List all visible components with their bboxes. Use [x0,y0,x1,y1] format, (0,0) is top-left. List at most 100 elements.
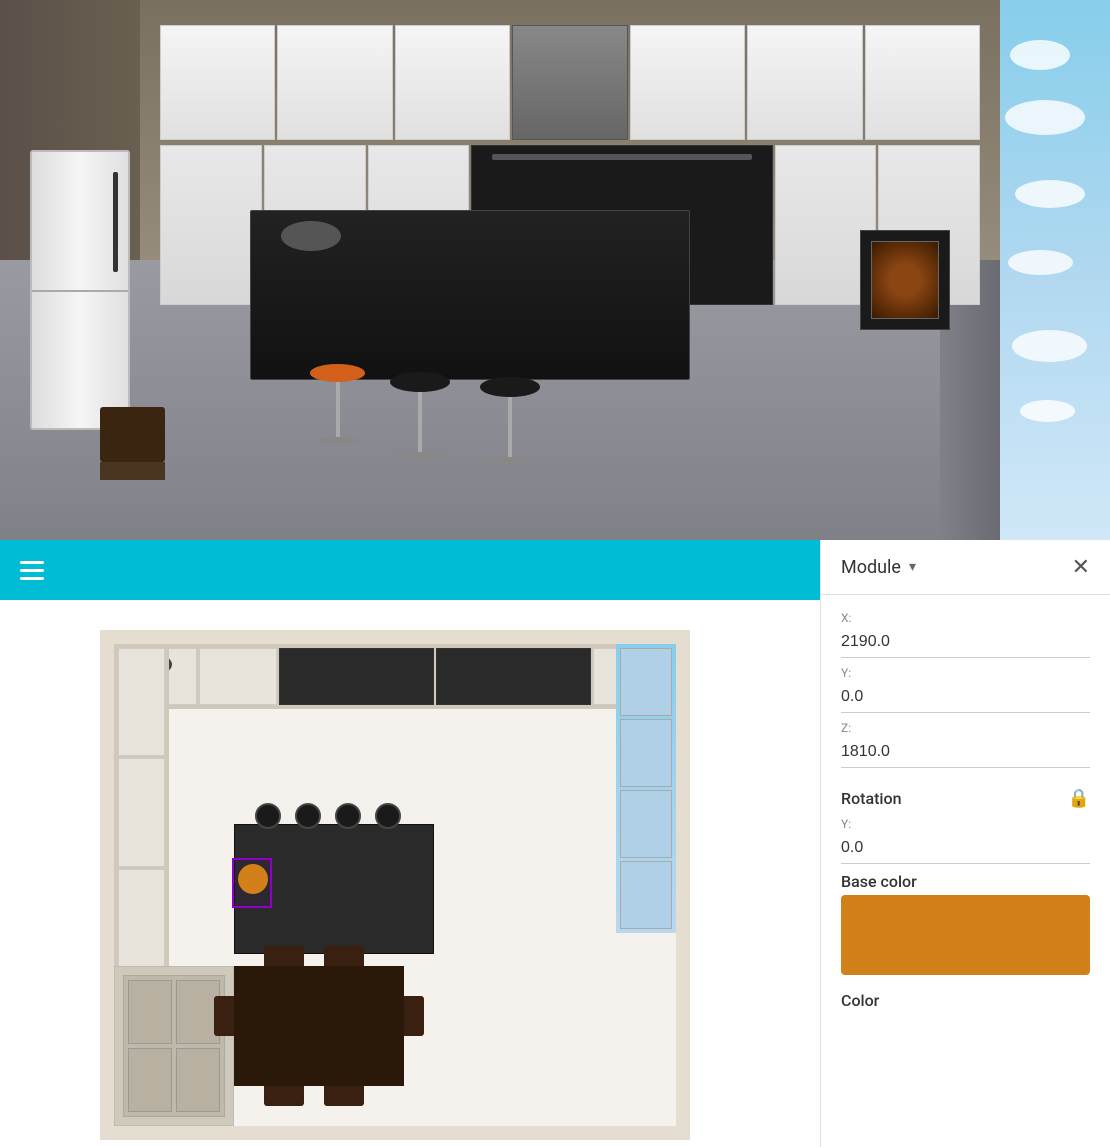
stool-leg [418,392,422,452]
orange-stool-top [238,864,268,894]
kitchen-3d-render [0,0,1110,540]
z-input[interactable] [841,737,1090,768]
room-walls [100,630,690,1140]
fridge-divider [32,290,128,292]
chair-left [214,996,234,1036]
x-field-group: X: [841,611,1090,658]
cabinet [747,25,862,140]
sky-right [1000,0,1110,540]
stool-top-black2 [480,377,540,397]
cabinet [865,25,980,140]
panel-dropdown-arrow[interactable]: ▾ [909,559,916,575]
stool-base [315,437,360,445]
stool-black-2 [480,377,540,465]
stool-black-1 [390,372,450,460]
cabinet [630,25,745,140]
cabinet-cell [176,1048,220,1112]
cabinet-left [118,869,165,977]
chair-seat [100,462,165,480]
window-panels [616,644,676,933]
window-panel [620,861,672,929]
window-panel [620,719,672,787]
chair-top [324,946,364,966]
panel-title: Module [841,557,901,578]
rotation-y-label: Y: [841,817,1090,831]
close-button[interactable]: ✕ [1072,556,1090,578]
oven [860,230,950,330]
stool-base [395,452,445,460]
x-input[interactable] [841,627,1090,658]
chair-right [404,996,424,1036]
dining-table-2d [234,966,404,1086]
cloud [1012,330,1087,362]
chair-back [100,407,165,462]
right-panel: Module ▾ ✕ X: Y: Z: Rotation [820,540,1110,1147]
island-stool [295,803,321,829]
hamburger-line [20,577,44,580]
z-field-group: Z: [841,721,1090,768]
cabinet-left [118,758,165,866]
room-container [100,630,690,1140]
cabinet-cell [128,1048,172,1112]
island-stool [255,803,281,829]
bottom-left [0,540,820,1147]
z-label: Z: [841,721,1090,735]
chair-bottom [324,1086,364,1106]
stool-orange [310,364,365,445]
back-wall-cabinets [114,644,676,709]
window-panel [620,790,672,858]
fridge-handle [113,172,118,272]
y-input[interactable] [841,682,1090,713]
rotation-y-input[interactable] [841,833,1090,864]
stool-top-black [390,372,450,392]
rotation-title: Rotation [841,789,902,808]
cooktop-burner [281,221,341,251]
base-color-title: Base color [841,872,917,891]
rotation-section-header: Rotation 🔒 [841,788,1090,809]
cloud [1020,400,1075,422]
cabinet-cell [128,980,172,1044]
selected-stool-item[interactable] [232,858,272,908]
stool-leg [336,382,340,437]
cloud [1010,40,1070,70]
counter-dark [279,648,434,705]
left-toolbar [0,540,820,600]
island-stool [335,803,361,829]
color-section: Color [841,991,1090,1010]
panel-header: Module ▾ ✕ [821,540,1110,595]
stool-top-orange [310,364,365,382]
top-3d-view [0,0,1110,540]
bottom-section: Module ▾ ✕ X: Y: Z: Rotation [0,540,1110,1147]
hamburger-menu[interactable] [20,561,44,580]
stool-base [485,457,535,465]
y-label: Y: [841,666,1090,680]
x-label: X: [841,611,1090,625]
hamburger-line [20,561,44,564]
cabinet-grid [123,975,225,1117]
window-panel [620,648,672,716]
rotation-y-field-group: Y: [841,817,1090,864]
color-title: Color [841,991,879,1010]
base-color-swatch[interactable] [841,895,1090,975]
panel-content: X: Y: Z: Rotation 🔒 Y: [821,595,1110,1147]
cabinet [277,25,392,140]
cabinet-dark [512,25,627,140]
kitchen-island [250,210,690,380]
cabinet [160,25,275,140]
cabinet-left [118,648,165,756]
hamburger-line [20,569,44,572]
lock-icon[interactable]: 🔒 [1068,788,1090,809]
oven-window [871,241,939,319]
cloud [1008,250,1073,275]
chair-bottom [264,1086,304,1106]
panel-title-area: Module ▾ [841,557,916,578]
lower-cabinet [160,145,262,305]
chair-top [264,946,304,966]
2d-top-view[interactable] [0,600,820,1147]
bottom-left-cabinet [114,966,234,1126]
refrigerator [30,150,130,430]
left-wall-cabinets [114,644,169,981]
counter-dark2 [436,648,591,705]
stool-leg [508,397,512,457]
cabinet-2d [199,648,278,705]
